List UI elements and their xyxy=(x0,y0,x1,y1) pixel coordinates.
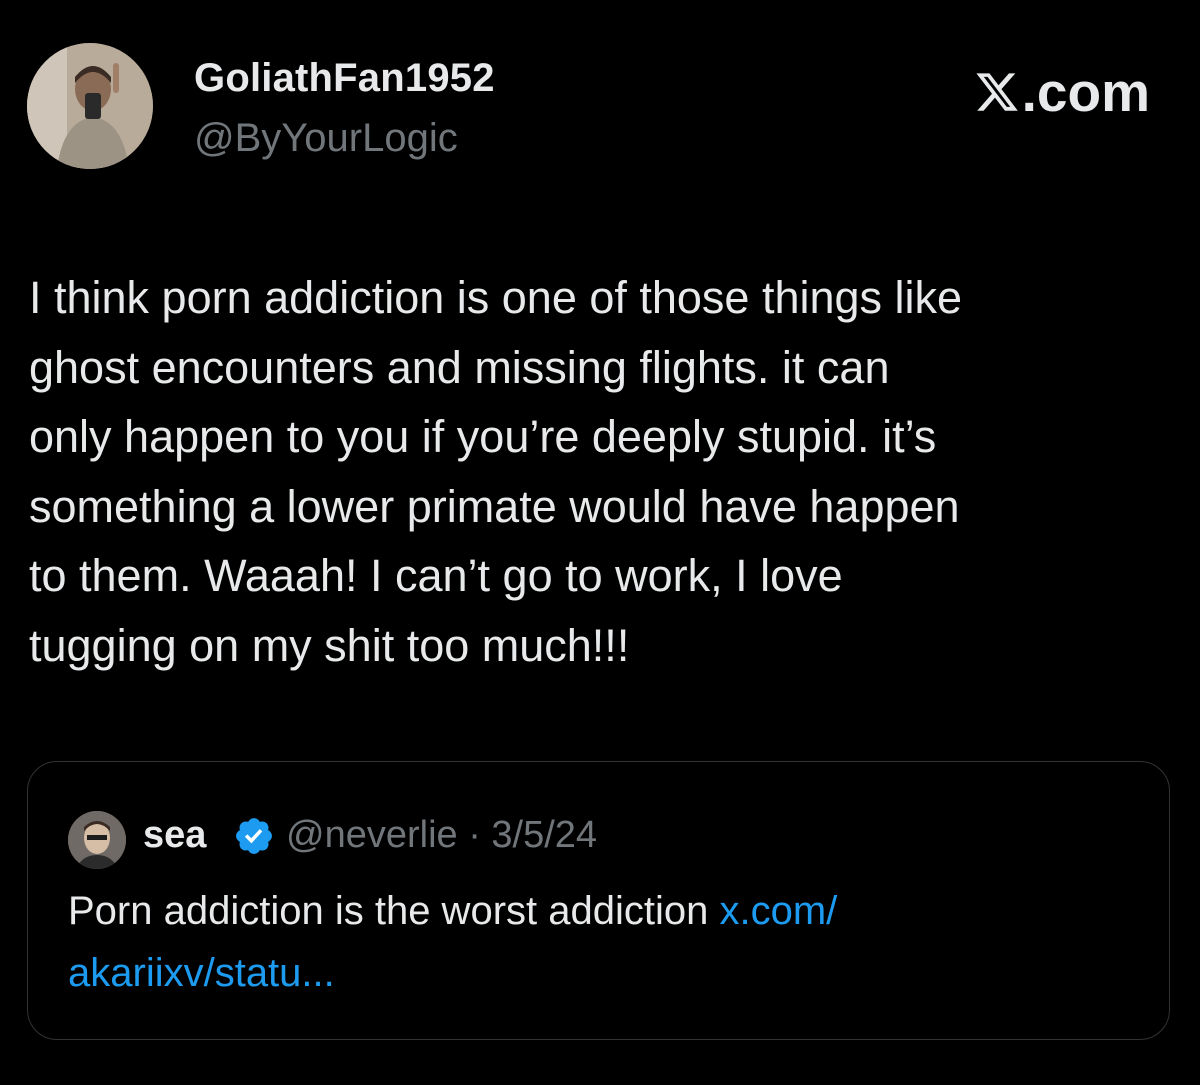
quoted-tweet-text: Porn addiction is the worst addiction x.… xyxy=(68,880,1128,1004)
author-handle[interactable]: @ByYourLogic xyxy=(194,116,458,161)
brand-domain: .com xyxy=(1021,61,1150,123)
author-display-name[interactable]: GoliathFan1952 xyxy=(194,56,495,101)
brand-watermark: .com xyxy=(974,60,1150,124)
quoted-tweet-body: Porn addiction is the worst addiction xyxy=(68,889,720,933)
x-logo-icon xyxy=(976,73,1018,111)
quoted-author-display-name[interactable]: sea xyxy=(143,814,206,857)
quoted-author-avatar[interactable] xyxy=(68,811,126,869)
verified-badge-icon xyxy=(236,818,272,854)
author-avatar[interactable] xyxy=(27,43,153,169)
quoted-author-handle-date[interactable]: @neverlie · 3/5/24 xyxy=(286,814,597,857)
quoted-tweet-card[interactable]: sea @neverlie · 3/5/24 Porn addiction is… xyxy=(27,761,1170,1040)
tweet-text: I think porn addiction is one of those t… xyxy=(29,272,963,671)
